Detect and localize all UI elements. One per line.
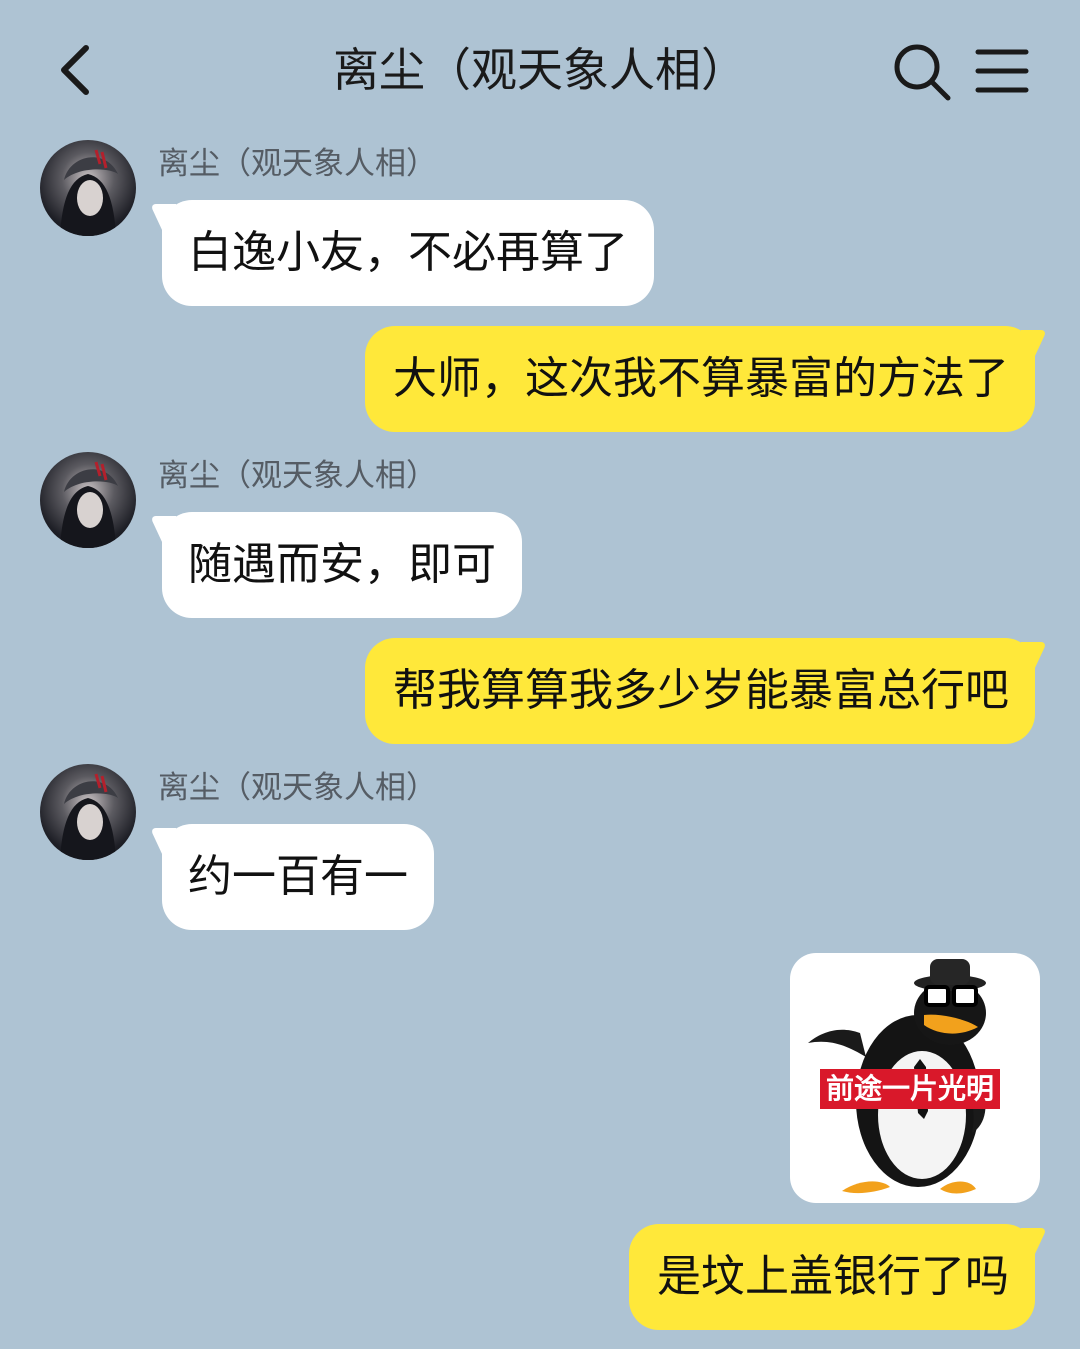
sticker-message[interactable]: 前途一片光明 xyxy=(790,953,1040,1203)
sticker-caption: 前途一片光明 xyxy=(820,1069,1001,1109)
chat-title: 离尘（观天象人相） xyxy=(333,43,747,97)
chevron-left-icon xyxy=(61,45,89,95)
avatar-image xyxy=(60,773,118,860)
outgoing-message[interactable]: 是坟上盖银行了吗 xyxy=(629,1224,1035,1330)
sender-name: 离尘（观天象人相） xyxy=(158,458,437,494)
incoming-message[interactable]: 白逸小友，不必再算了 xyxy=(162,200,654,306)
sender-name: 离尘（观天象人相） xyxy=(158,770,437,806)
menu-button[interactable] xyxy=(972,42,1032,102)
sender-name: 离尘（观天象人相） xyxy=(158,146,437,182)
search-button[interactable] xyxy=(890,40,954,104)
avatar[interactable] xyxy=(40,452,136,548)
avatar-image xyxy=(60,149,118,236)
back-button[interactable] xyxy=(50,40,110,100)
search-icon xyxy=(894,44,951,101)
chat-header: 离尘（观天象人相） xyxy=(0,0,1080,140)
outgoing-message[interactable]: 大师，这次我不算暴富的方法了 xyxy=(365,326,1035,432)
menu-icon xyxy=(975,49,1029,93)
avatar[interactable] xyxy=(40,140,136,236)
incoming-message[interactable]: 约一百有一 xyxy=(162,824,434,930)
avatar[interactable] xyxy=(40,764,136,860)
avatar-image xyxy=(60,461,118,548)
incoming-message[interactable]: 随遇而安，即可 xyxy=(162,512,522,618)
outgoing-message[interactable]: 帮我算算我多少岁能暴富总行吧 xyxy=(365,638,1035,744)
